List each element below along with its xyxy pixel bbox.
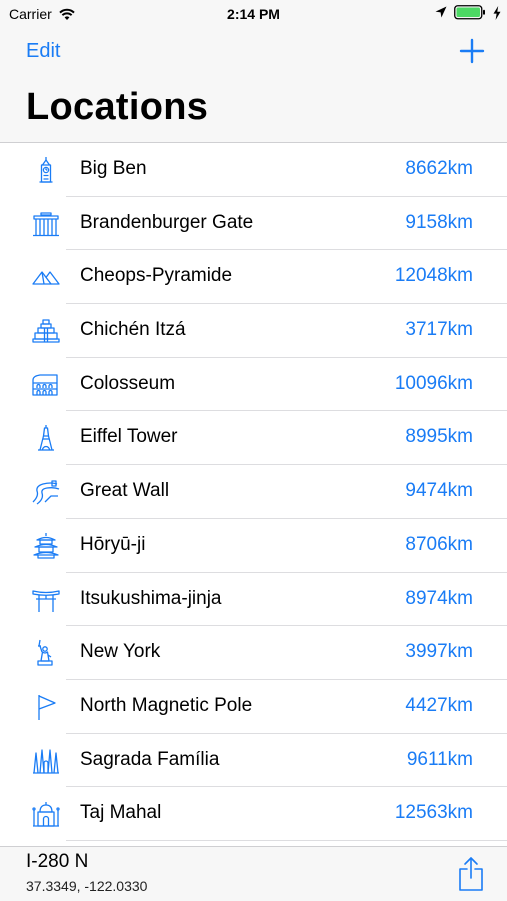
location-name: Colosseum	[80, 372, 176, 394]
list-item[interactable]: Brandenburger Gate 9158km	[0, 197, 507, 251]
plus-icon	[459, 38, 485, 64]
location-name: Eiffel Tower	[80, 426, 178, 448]
location-name: Chichén Itzá	[80, 319, 186, 341]
edit-button[interactable]: Edit	[26, 40, 60, 63]
list-item[interactable]: Colosseum 10096km	[0, 358, 507, 412]
mayan-temple-icon	[31, 317, 61, 345]
location-distance: 3717km	[405, 319, 473, 341]
current-road-label: I-280 N	[26, 851, 89, 872]
row-separator	[66, 839, 507, 841]
location-distance: 10096km	[394, 372, 473, 394]
charging-bolt-icon	[493, 5, 501, 20]
list-item[interactable]: Itsukushima-jinja 8974km	[0, 573, 507, 627]
location-distance: 8662km	[405, 158, 473, 179]
location-distance: 3997km	[405, 641, 473, 663]
location-name: Great Wall	[80, 480, 170, 502]
pagoda-icon	[31, 532, 61, 560]
location-distance: 12048km	[394, 265, 473, 287]
status-right	[435, 5, 501, 20]
list-item[interactable]: North Magnetic Pole 4427km	[0, 680, 507, 734]
statue-of-liberty-icon	[31, 639, 61, 667]
brandenburg-gate-icon	[31, 210, 61, 238]
location-distance: 8995km	[405, 426, 473, 448]
location-arrow-icon	[435, 6, 447, 18]
list-item[interactable]: Cheops-Pyramide 12048km	[0, 250, 507, 305]
location-name: Hōryū-ji	[80, 533, 146, 555]
pyramid-icon	[31, 263, 61, 291]
taj-mahal-icon	[31, 800, 61, 828]
battery-icon	[454, 5, 485, 20]
location-distance: 8974km	[405, 587, 473, 609]
navigation-bar: Edit Locations	[0, 28, 507, 143]
location-distance: 8706km	[405, 533, 473, 555]
location-name: North Magnetic Pole	[80, 694, 253, 716]
location-name: Big Ben	[80, 158, 147, 179]
sagrada-familia-icon	[31, 747, 61, 775]
location-distance: 9611km	[406, 748, 473, 770]
page-title: Locations	[26, 86, 209, 128]
eiffel-tower-icon	[31, 424, 61, 452]
location-name: New York	[80, 641, 161, 663]
status-bar: Carrier 2:14 PM	[0, 0, 507, 28]
bottom-toolbar: I-280 N 37.3349, -122.0330	[0, 846, 507, 901]
location-distance: 12563km	[394, 802, 473, 824]
share-icon	[459, 857, 483, 891]
location-distance: 9474km	[405, 480, 473, 502]
list-item[interactable]: Eiffel Tower 8995km	[0, 411, 507, 466]
location-name: Taj Mahal	[80, 802, 162, 824]
list-item[interactable]: Hōryū-ji 8706km	[0, 519, 507, 573]
list-item[interactable]: Big Ben 8662km	[0, 143, 507, 197]
flag-icon	[31, 693, 61, 721]
add-location-button[interactable]	[457, 36, 487, 66]
location-distance: 4427km	[405, 694, 473, 716]
status-time: 2:14 PM	[227, 6, 280, 22]
location-name: Brandenburger Gate	[80, 211, 254, 233]
location-name: Cheops-Pyramide	[80, 265, 233, 287]
location-distance: 9158km	[405, 211, 473, 233]
location-name: Sagrada Família	[80, 748, 220, 770]
great-wall-icon	[31, 478, 61, 506]
coordinates-label: 37.3349, -122.0330	[26, 878, 148, 894]
colosseum-icon	[31, 371, 61, 399]
list-item[interactable]: Chichén Itzá 3717km	[0, 304, 507, 358]
share-button[interactable]	[457, 856, 485, 892]
list-item[interactable]: New York 3997km	[0, 626, 507, 680]
torii-gate-icon	[31, 586, 61, 614]
locations-list: Big Ben 8662km Brandenburger Gate 9158km…	[0, 143, 507, 841]
list-item[interactable]: Taj Mahal 12563km	[0, 787, 507, 841]
big-ben-icon	[31, 156, 61, 184]
list-item[interactable]: Great Wall 9474km	[0, 465, 507, 519]
list-item[interactable]: Sagrada Família 9611km	[0, 734, 507, 788]
location-name: Itsukushima-jinja	[80, 587, 222, 609]
